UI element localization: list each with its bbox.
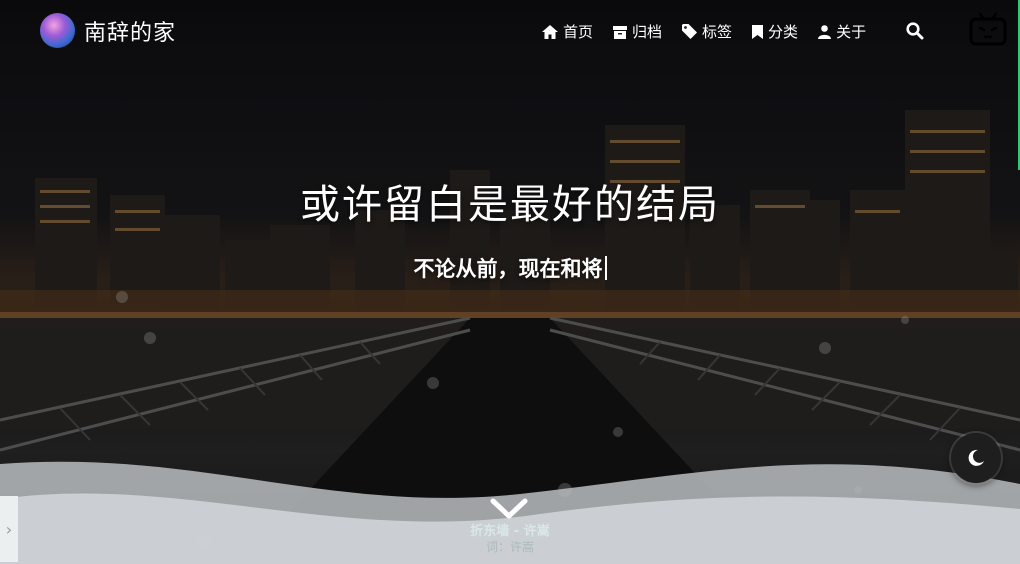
search-icon[interactable] (906, 22, 924, 40)
music-lyric: 词：许嵩 (485, 540, 534, 554)
side-drawer-tab[interactable]: › (0, 496, 18, 562)
nav-item-label: 分类 (768, 23, 799, 41)
site-avatar[interactable] (40, 13, 75, 48)
hero-banner: 南辞的家 首页 归档 标签 分类 关于 或许留白是最好的结局 不论从前，现在和将… (0, 0, 1020, 564)
typing-cursor (604, 256, 607, 280)
nav-item-label: 关于 (836, 23, 867, 41)
music-title: 折东墙 - 许嵩 (470, 524, 550, 539)
top-navbar: 南辞的家 首页 归档 标签 分类 关于 (0, 0, 1020, 64)
nav-item-label: 首页 (563, 23, 594, 41)
chevron-down-icon[interactable] (490, 498, 528, 520)
bilibili-icon[interactable] (969, 12, 1007, 48)
nav-item-label: 标签 (702, 23, 733, 41)
bookmark-icon (752, 24, 764, 39)
hero-subtitle: 不论从前，现在和将 (0, 253, 1020, 283)
nav-item-categories[interactable]: 分类 (752, 21, 798, 42)
home-icon (542, 24, 558, 39)
nav-item-tags[interactable]: 标签 (682, 21, 732, 42)
nav-menu: 首页 归档 标签 分类 关于 (542, 21, 886, 42)
dark-mode-toggle[interactable] (951, 433, 1001, 483)
chevron-right-icon: › (5, 519, 13, 539)
nav-item-label: 归档 (632, 23, 663, 41)
hero-title: 或许留白是最好的结局 (300, 182, 720, 228)
tag-icon (682, 24, 698, 39)
nav-item-archive[interactable]: 归档 (613, 21, 662, 42)
archive-icon (613, 25, 628, 39)
moon-icon (968, 449, 984, 466)
nav-item-about[interactable]: 关于 (818, 21, 866, 42)
site-title[interactable]: 南辞的家 (84, 15, 176, 47)
hero-subtitle-text: 不论从前，现在和将 (413, 257, 603, 281)
user-icon (818, 24, 832, 39)
nav-item-home[interactable]: 首页 (542, 21, 593, 42)
